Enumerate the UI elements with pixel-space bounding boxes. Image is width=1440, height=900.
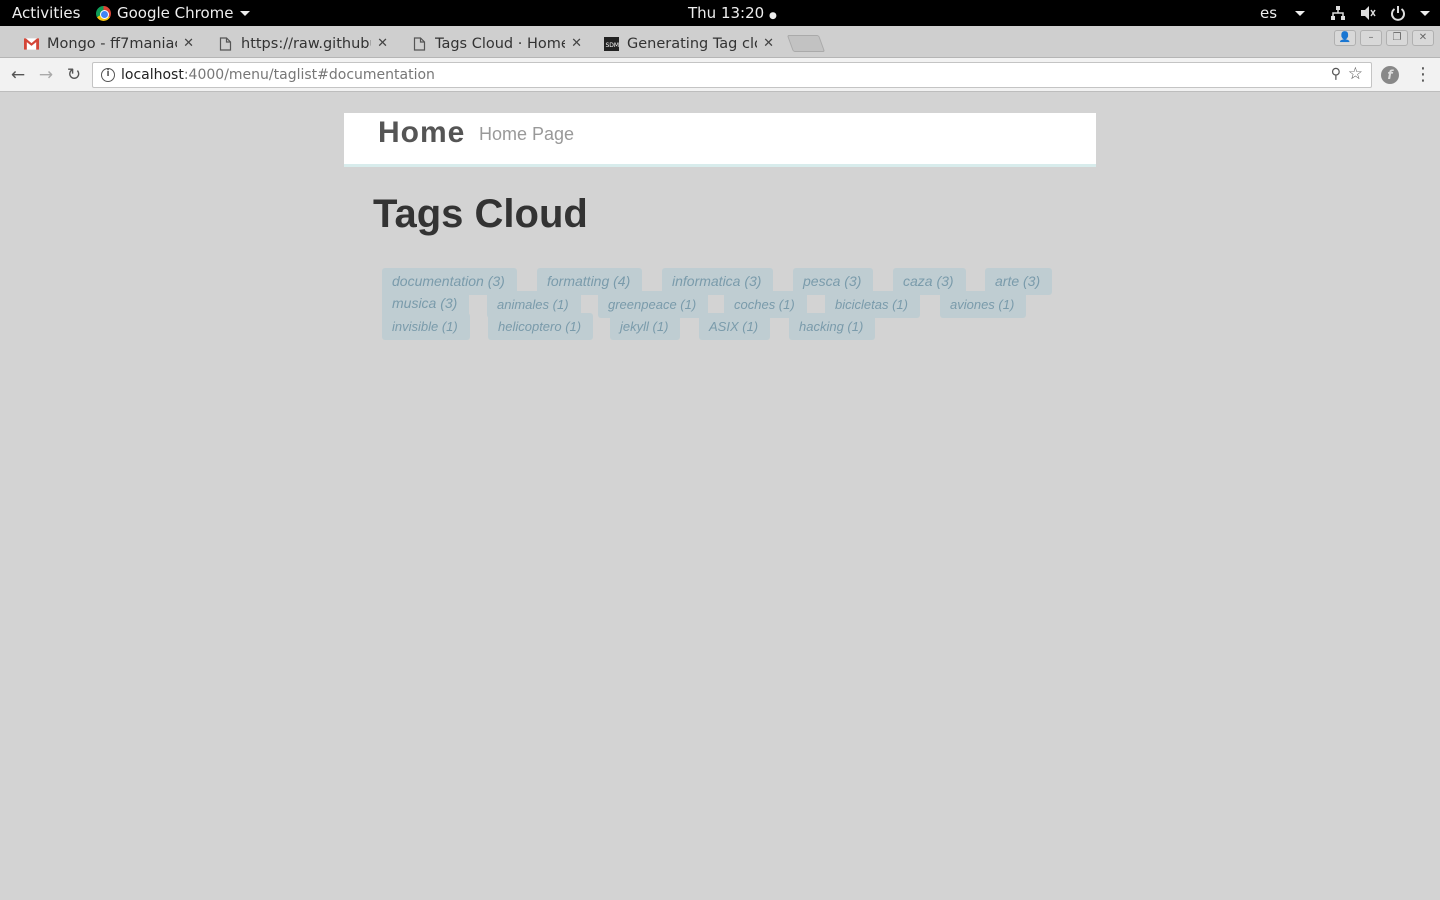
new-tab-button[interactable] — [786, 35, 826, 52]
tab-generating-tag-cloud[interactable]: SDM Generating Tag clou ✕ — [584, 29, 784, 58]
profile-icon[interactable]: 👤 — [1334, 30, 1356, 46]
notification-dot-icon: ● — [768, 11, 777, 21]
bookmark-star-icon[interactable]: ☆ — [1348, 64, 1363, 84]
window-controls: 👤 – ❐ ✕ — [1334, 30, 1434, 46]
forward-icon[interactable]: → — [36, 65, 56, 85]
chevron-down-icon — [239, 10, 250, 16]
minimize-icon[interactable]: – — [1360, 30, 1382, 46]
app-menu-label: Google Chrome — [117, 4, 234, 22]
close-icon[interactable]: ✕ — [377, 36, 388, 51]
volume-muted-icon — [1361, 6, 1376, 20]
tag-link[interactable]: invisible (1) — [382, 313, 470, 340]
tab-title: https://raw.githubus — [241, 35, 371, 52]
tag-link[interactable]: hacking (1) — [789, 313, 876, 340]
site-brand-link[interactable]: Home — [378, 116, 465, 150]
back-icon[interactable]: ← — [8, 65, 28, 85]
page-icon — [413, 36, 426, 51]
extension-icon[interactable]: f — [1381, 66, 1399, 84]
site-info-icon[interactable]: i — [101, 68, 115, 82]
page-icon — [219, 36, 232, 51]
close-icon[interactable]: ✕ — [763, 36, 774, 51]
close-icon[interactable]: ✕ — [183, 36, 194, 51]
address-bar-url: localhost:4000/menu/taglist#documentatio… — [121, 67, 435, 83]
page-title: Tags Cloud — [373, 192, 588, 236]
browser-toolbar: ← → ↻ i localhost:4000/menu/taglist#docu… — [0, 58, 1440, 92]
close-icon[interactable]: ✕ — [571, 36, 582, 51]
svg-text:SDM: SDM — [606, 42, 620, 49]
chrome-menu-icon[interactable]: ⋮ — [1414, 64, 1432, 85]
language-label: es — [1260, 4, 1278, 22]
clock[interactable]: Thu 13:20 ● — [688, 4, 777, 22]
url-host: localhost — [121, 67, 184, 83]
tab-title: Mongo - ff7maniac@ — [47, 35, 177, 52]
gmail-icon — [24, 37, 39, 50]
language-selector[interactable]: es — [1260, 4, 1306, 22]
clock-label: Thu 13:20 — [688, 4, 765, 22]
tab-tags-cloud[interactable]: Tags Cloud · Home ✕ — [392, 29, 592, 58]
tab-raw-github[interactable]: https://raw.githubus ✕ — [198, 29, 398, 58]
system-top-bar: Activities Google Chrome Thu 13:20 ● es — [0, 0, 1440, 26]
activities-button[interactable]: Activities — [12, 4, 80, 22]
zoom-icon[interactable]: ⚲ — [1331, 66, 1341, 82]
tag-link[interactable]: helicoptero (1) — [488, 313, 594, 340]
site-header: Home Home Page — [344, 113, 1096, 167]
tag-link[interactable]: aviones (1) — [940, 291, 1027, 318]
chevron-down-icon — [1420, 10, 1430, 16]
network-icon — [1331, 6, 1345, 20]
app-menu[interactable]: Google Chrome — [96, 4, 250, 22]
close-window-icon[interactable]: ✕ — [1412, 30, 1434, 46]
chrome-logo-icon — [96, 5, 111, 21]
reload-icon[interactable]: ↻ — [64, 65, 84, 85]
tab-mongo[interactable]: Mongo - ff7maniac@ ✕ — [4, 29, 204, 58]
power-icon — [1391, 6, 1405, 21]
sdm-icon: SDM — [604, 36, 620, 51]
tab-title: Tags Cloud · Home — [435, 35, 565, 52]
tag-link[interactable]: jekyll (1) — [610, 313, 681, 340]
tag-link[interactable]: ASIX (1) — [699, 313, 771, 340]
url-path: :4000/menu/taglist#documentation — [183, 67, 435, 83]
tab-title: Generating Tag clou — [627, 35, 757, 52]
system-status-menu[interactable] — [1330, 5, 1430, 21]
address-bar[interactable]: i localhost:4000/menu/taglist#documentat… — [92, 62, 1372, 88]
chevron-down-icon — [1295, 10, 1306, 16]
site-tagline: Home Page — [479, 124, 575, 144]
maximize-icon[interactable]: ❐ — [1386, 30, 1408, 46]
tab-strip: Mongo - ff7maniac@ ✕ https://raw.githubu… — [0, 26, 1440, 58]
